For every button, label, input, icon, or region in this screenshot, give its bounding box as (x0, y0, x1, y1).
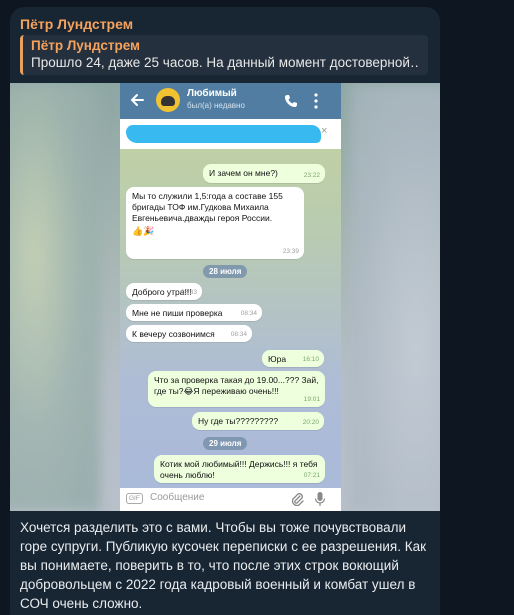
close-icon: × (321, 125, 328, 137)
message-text: Юра (268, 354, 287, 364)
message-text: Котик мой любимый!!! Держись!!! я тебя о… (160, 459, 318, 480)
chat-status: был(а) недавно (187, 101, 245, 110)
media-photo[interactable]: Любимый был(а) недавно × И зачем он мне?… (10, 83, 440, 511)
date-separator: 29 июля (203, 437, 248, 450)
gif-icon: GIF (126, 493, 143, 504)
sender-name[interactable]: Пётр Лундстрем (20, 16, 133, 32)
back-arrow-icon (130, 94, 144, 106)
message-time: 07:21 (303, 472, 320, 479)
message-text: Мне не пиши проверка (132, 308, 223, 318)
chat-screenshot: Любимый был(а) недавно × И зачем он мне?… (120, 83, 341, 511)
message-time: 16:10 (302, 356, 319, 363)
message-text: Что за проверка такая до 19.00...??? Зай… (154, 375, 319, 396)
chat-header: Любимый был(а) недавно (120, 83, 341, 119)
chat-message: Ну где ты????????? 20:20 (192, 412, 324, 430)
chat-message: Мне не пиши проверка 08:34 (126, 304, 262, 321)
blurred-background-left (10, 83, 100, 511)
chat-message: Мы то служили 1,5:года а составе 155 бри… (126, 187, 304, 259)
chat-message: Что за проверка такая до 19.00...??? Зай… (148, 371, 325, 407)
message-text: Ну где ты????????? (198, 416, 279, 426)
reply-sender: Пётр Лундстрем (31, 38, 141, 53)
chat-message: И зачем он мне?) 23:22 (203, 164, 325, 183)
reply-text: Прошло 24, даже 25 часов. На данный моме… (31, 55, 420, 70)
paperclip-icon (291, 493, 304, 506)
date-separator: 28 июля (203, 265, 248, 278)
reply-quote[interactable]: Пётр Лундстрем Прошло 24, даже 25 часов.… (20, 35, 428, 75)
message-text: К вечеру созвонимся (132, 329, 215, 339)
message-input-placeholder: Сообщение (150, 492, 205, 503)
message-time: 08:34 (240, 310, 257, 317)
phone-icon (285, 95, 297, 107)
blurred-background-right (350, 83, 440, 511)
message-time: 23:39 (282, 248, 299, 255)
avatar (156, 88, 180, 112)
message-time: 20:20 (302, 419, 319, 426)
emoji-row: 👍🎉 (132, 226, 155, 236)
message-time: 08:33 (180, 289, 197, 296)
composer-bar: GIF Сообщение (120, 488, 341, 511)
chat-message: Котик мой любимый!!! Держись!!! я тебя о… (154, 455, 325, 483)
message-text: И зачем он мне?) (209, 168, 278, 178)
message-time: 23:22 (303, 172, 320, 179)
chat-message: Юра 16:10 (262, 350, 324, 367)
message-time: 19:01 (303, 396, 320, 403)
chat-message: Доброго утра!!! 08:33 (126, 283, 202, 300)
message-time: 08:34 (230, 331, 247, 338)
microphone-icon (314, 492, 326, 506)
message-caption: Хочется разделить это с вами. Чтобы вы т… (20, 520, 426, 611)
chat-name: Любимый (187, 88, 237, 99)
message-text: Мы то служили 1,5:года а составе 155 бри… (132, 191, 283, 223)
message-bubble: Пётр Лундстрем Пётр Лундстрем Прошло 24,… (10, 7, 440, 615)
chat-message: К вечеру созвонимся 08:34 (126, 325, 252, 342)
more-vertical-icon (314, 93, 318, 109)
redaction-scribble (126, 125, 321, 143)
pinned-bar: × (120, 119, 341, 149)
